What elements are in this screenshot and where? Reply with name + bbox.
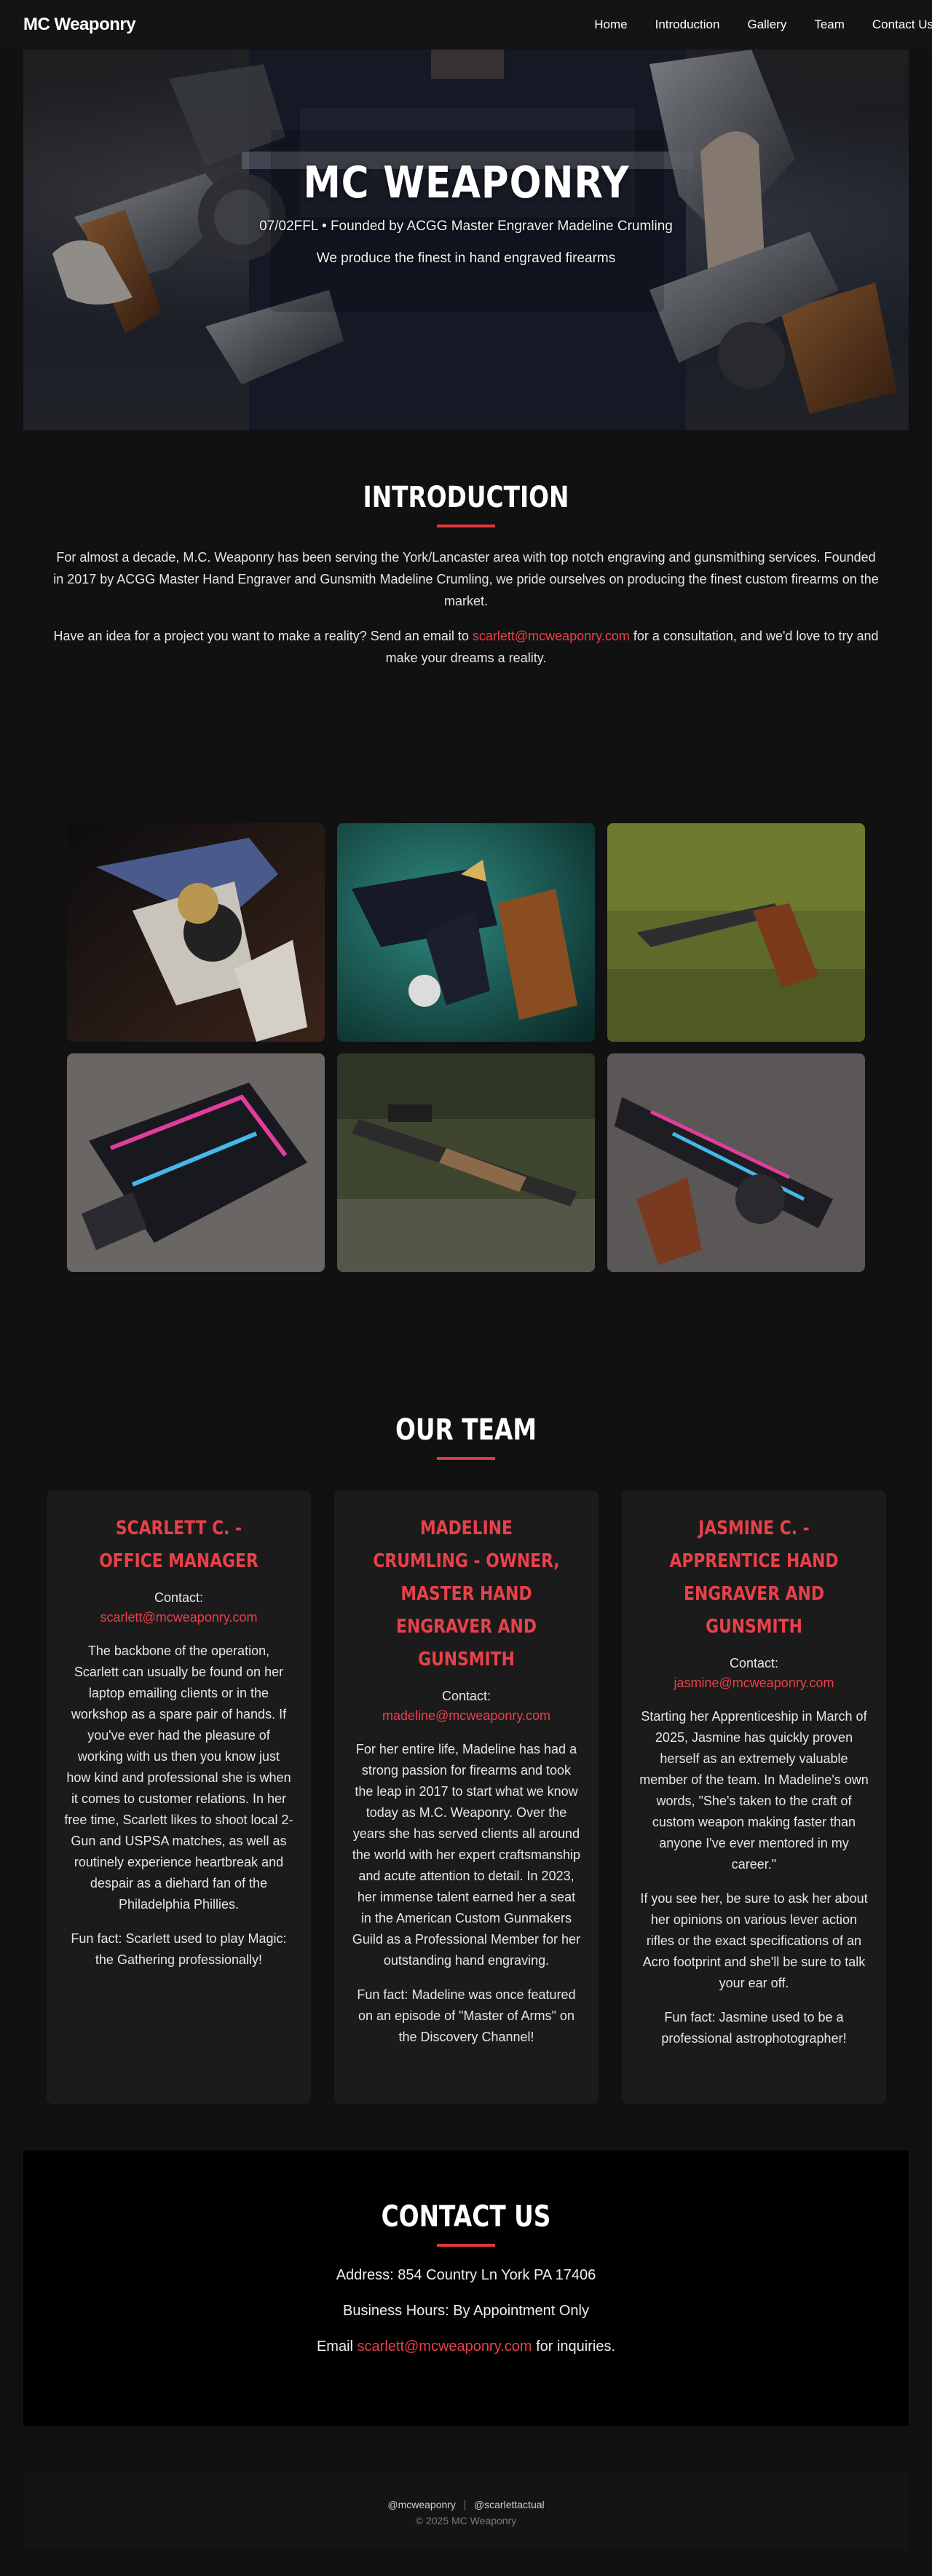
member-fun-fact: Fun fact: Madeline was once featured on … bbox=[357, 1987, 576, 2044]
member-contact: Contact: scarlett@mcweaponry.com bbox=[64, 1588, 293, 1627]
brand-logo[interactable]: MC Weaponry bbox=[23, 15, 136, 35]
contact-email-suffix: for inquiries. bbox=[532, 2339, 616, 2355]
nav-home[interactable]: Home bbox=[594, 17, 627, 32]
member-bio: The backbone of the operation, Scarlett … bbox=[64, 1644, 293, 1912]
contact-email-line: Email scarlett@mcweaponry.com for inquir… bbox=[23, 2339, 909, 2355]
team-card-scarlett: SCARLETT C. - OFFICE MANAGER Contact: sc… bbox=[47, 1491, 311, 2104]
contact-hours: Business Hours: By Appointment Only bbox=[343, 2303, 589, 2319]
hero-tagline: We produce the finest in hand engraved f… bbox=[316, 251, 616, 266]
member-name: MADELINE CRUMLING - OWNER, MASTER HAND E… bbox=[373, 1517, 560, 1670]
gallery-image-4[interactable] bbox=[67, 1053, 325, 1272]
title-underline bbox=[437, 525, 495, 527]
contact-label: Contact: bbox=[729, 1656, 779, 1670]
member-contact: Contact: madeline@mcweaponry.com bbox=[352, 1686, 581, 1726]
hero-content: MC WEAPONRY 07/02FFL • Founded by ACGG M… bbox=[23, 50, 909, 430]
gallery-image-5[interactable] bbox=[337, 1053, 595, 1272]
title-underline bbox=[437, 2244, 495, 2247]
member-bio: For her entire life, Madeline has had a … bbox=[352, 1742, 581, 1968]
page-footer: @mcweaponry @scarlettactual © 2025 MC Wea… bbox=[23, 2471, 909, 2550]
contact-section: CONTACT US Address: 854 Country Ln York … bbox=[23, 2151, 909, 2426]
member-name: SCARLETT C. - OFFICE MANAGER bbox=[99, 1517, 258, 1572]
member-fun-fact: Fun fact: Scarlett used to play Magic: t… bbox=[71, 1931, 287, 1967]
gallery-grid bbox=[67, 823, 865, 1272]
copyright-text: © 2025 MC Weaponry bbox=[415, 2515, 517, 2527]
member-contact: Contact: jasmine@mcweaponry.com bbox=[639, 1654, 869, 1693]
member-email-link[interactable]: jasmine@mcweaponry.com bbox=[639, 1673, 869, 1693]
nav-introduction[interactable]: Introduction bbox=[655, 17, 720, 32]
engraved-revolver-photo bbox=[67, 823, 325, 1042]
introduction-paragraph-1: For almost a decade, M.C. Weaponry has b… bbox=[53, 550, 879, 608]
member-fun-fact: Fun fact: Jasmine used to be a professio… bbox=[661, 2010, 847, 2046]
contact-address: Address: 854 Country Ln York PA 17406 bbox=[336, 2267, 596, 2283]
contact-label: Contact: bbox=[154, 1590, 204, 1605]
hero-title: MC WEAPONRY bbox=[303, 157, 629, 208]
gallery-image-2[interactable] bbox=[337, 823, 595, 1042]
introduction-paragraph-2: Have an idea for a project you want to m… bbox=[51, 625, 881, 669]
contact-email-prefix: Email bbox=[316, 2339, 358, 2355]
introduction-section: INTRODUCTION For almost a decade, M.C. W… bbox=[0, 481, 932, 669]
top-navbar: MC Weaponry Home Introduction Gallery Te… bbox=[0, 0, 932, 50]
member-email-link[interactable]: madeline@mcweaponry.com bbox=[352, 1706, 581, 1726]
social-link-scarlettactual[interactable]: @scarlettactual bbox=[474, 2499, 545, 2510]
gallery-image-1[interactable] bbox=[67, 823, 325, 1042]
nav-team[interactable]: Team bbox=[814, 17, 845, 32]
member-name: JASMINE C. - APPRENTICE HAND ENGRAVER AN… bbox=[669, 1517, 839, 1638]
introduction-title: INTRODUCTION bbox=[363, 481, 569, 514]
team-card-madeline: MADELINE CRUMLING - OWNER, MASTER HAND E… bbox=[334, 1491, 599, 2104]
gallery-image-3[interactable] bbox=[607, 823, 865, 1042]
gallery-image-6[interactable] bbox=[607, 1053, 865, 1272]
member-bio: Starting her Apprenticeship in March of … bbox=[639, 1709, 869, 1872]
social-links: @mcweaponry @scarlettactual bbox=[23, 2499, 909, 2511]
rifle-on-ground-photo bbox=[337, 1053, 595, 1272]
intro-text-before: Have an idea for a project you want to m… bbox=[53, 629, 473, 643]
painted-smg-photo bbox=[607, 1053, 865, 1272]
team-card-jasmine: JASMINE C. - APPRENTICE HAND ENGRAVER AN… bbox=[622, 1491, 886, 2104]
hero-subtitle: 07/02FFL • Founded by ACGG Master Engrav… bbox=[259, 219, 673, 234]
pistol-on-moss-photo bbox=[607, 823, 865, 1042]
hero-banner: MC WEAPONRY 07/02FFL • Founded by ACGG M… bbox=[23, 50, 909, 430]
title-underline bbox=[437, 1457, 495, 1460]
social-link-mcweaponry[interactable]: @mcweaponry bbox=[387, 2499, 456, 2510]
blued-revolver-photo bbox=[337, 823, 595, 1042]
member-email-link[interactable]: scarlett@mcweaponry.com bbox=[64, 1608, 293, 1627]
contact-title: CONTACT US bbox=[381, 2200, 551, 2234]
nav-contact[interactable]: Contact Us bbox=[872, 17, 932, 32]
contact-email-link[interactable]: scarlett@mcweaponry.com bbox=[358, 2339, 532, 2355]
nav-links: Home Introduction Gallery Team Contact U… bbox=[594, 17, 932, 32]
team-title: OUR TEAM bbox=[395, 1413, 537, 1447]
painted-p90-photo bbox=[67, 1053, 325, 1272]
member-bio-2: If you see her, be sure to ask her about… bbox=[640, 1891, 868, 1990]
contact-label: Contact: bbox=[441, 1689, 491, 1703]
team-cards: SCARLETT C. - OFFICE MANAGER Contact: sc… bbox=[47, 1491, 886, 2104]
team-section: OUR TEAM SCARLETT C. - OFFICE MANAGER Co… bbox=[0, 1413, 932, 2104]
nav-gallery[interactable]: Gallery bbox=[747, 17, 786, 32]
intro-email-link[interactable]: scarlett@mcweaponry.com bbox=[473, 629, 630, 643]
